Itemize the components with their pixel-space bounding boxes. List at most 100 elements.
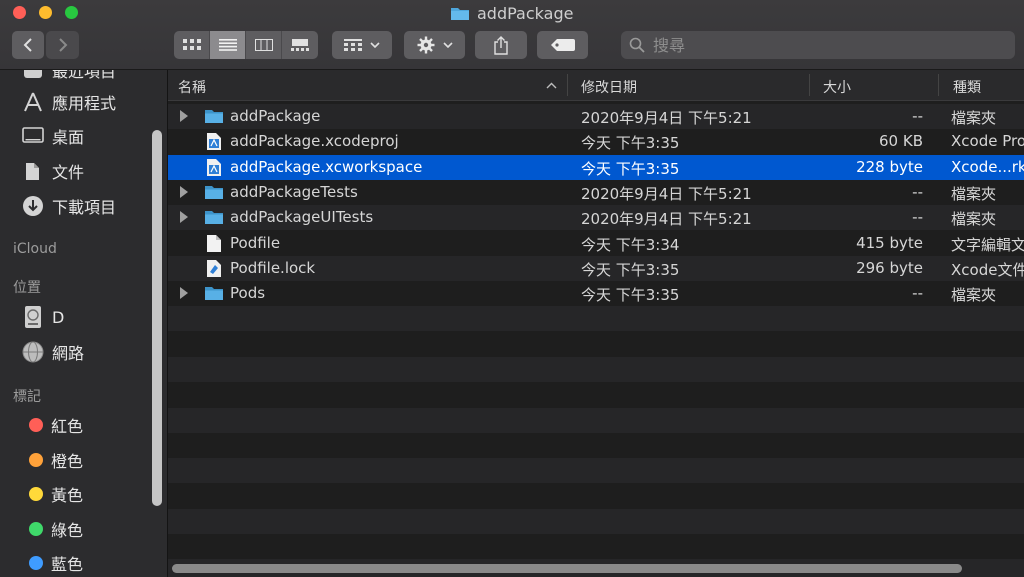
search-icon bbox=[629, 37, 645, 53]
sidebar-section-icloud: iCloud bbox=[13, 241, 57, 257]
back-button[interactable] bbox=[12, 31, 44, 59]
column-date[interactable]: 修改日期 bbox=[581, 77, 637, 97]
file-row[interactable]: Podfile.lock 今天 下午3:35 296 byte Xcode文件 bbox=[168, 255, 1024, 281]
disclosure-triangle-icon[interactable] bbox=[180, 211, 188, 224]
icon-view-button[interactable] bbox=[174, 31, 210, 59]
folder-icon bbox=[205, 287, 223, 301]
sidebar-item-downloads[interactable]: 下載項目 bbox=[22, 191, 116, 221]
tag-icon bbox=[550, 39, 575, 51]
sidebar-item-label: 紅色 bbox=[51, 417, 84, 436]
file-kind: 檔案夾 bbox=[951, 184, 997, 203]
sidebar-item-label: 黃色 bbox=[51, 486, 84, 505]
sidebar: 最近項目 應用程式 桌面 文件 下載項目 iCloud 位置 D 網路 標記 紅… bbox=[0, 70, 168, 577]
sidebar-item-applications[interactable]: 應用程式 bbox=[22, 87, 116, 117]
column-view-button[interactable] bbox=[246, 31, 282, 59]
file-row[interactable]: Podfile 今天 下午3:34 415 byte 文字編輯文 bbox=[168, 230, 1024, 256]
sort-ascending-icon[interactable] bbox=[546, 82, 557, 89]
documents-icon bbox=[26, 163, 39, 180]
close-button[interactable] bbox=[13, 6, 26, 19]
xcode-file-icon bbox=[207, 133, 221, 151]
gallery-view-button[interactable] bbox=[282, 31, 318, 59]
chevron-down-icon bbox=[370, 42, 380, 48]
window-title: addPackage bbox=[450, 3, 573, 23]
sidebar-scrollbar[interactable] bbox=[152, 130, 162, 506]
file-row[interactable]: addPackageTests 2020年9月4日 下午5:21 -- 檔案夾 bbox=[168, 179, 1024, 205]
folder-icon bbox=[205, 211, 223, 225]
file-row[interactable]: Pods 今天 下午3:35 -- 檔案夾 bbox=[168, 281, 1024, 307]
sidebar-tag-green[interactable]: 綠色 bbox=[22, 514, 83, 544]
file-row[interactable]: addPackage 2020年9月4日 下午5:21 -- 檔案夾 bbox=[168, 104, 1024, 129]
gear-icon bbox=[417, 36, 434, 54]
file-name: Pods bbox=[230, 284, 266, 303]
search-field[interactable] bbox=[621, 31, 1015, 59]
sidebar-item-label: 文件 bbox=[52, 163, 85, 182]
file-date: 2020年9月4日 下午5:21 bbox=[581, 184, 752, 203]
sidebar-item-recents[interactable]: 最近項目 bbox=[22, 70, 116, 85]
zoom-button[interactable] bbox=[65, 6, 78, 19]
column-kind[interactable]: 種類 bbox=[953, 77, 981, 97]
chevron-left-icon bbox=[23, 38, 32, 52]
column-divider[interactable] bbox=[938, 74, 939, 96]
sidebar-section-locations: 位置 bbox=[13, 280, 41, 296]
sidebar-item-network[interactable]: 網路 bbox=[22, 337, 84, 367]
empty-row bbox=[168, 458, 1024, 484]
tags-button[interactable] bbox=[537, 31, 588, 59]
folder-icon bbox=[451, 8, 469, 20]
sidebar-tag-red[interactable]: 紅色 bbox=[22, 410, 83, 440]
file-date: 2020年9月4日 下午5:21 bbox=[581, 109, 752, 127]
sidebar-section-tags: 標記 bbox=[13, 389, 41, 405]
file-size: -- bbox=[912, 182, 923, 201]
orange-dot-icon bbox=[29, 453, 43, 467]
applications-icon bbox=[24, 92, 42, 112]
gallery-icon bbox=[291, 39, 309, 51]
file-kind: 文字編輯文 bbox=[951, 235, 1024, 254]
sidebar-item-disk-d[interactable]: D bbox=[22, 302, 64, 332]
sidebar-item-label: 應用程式 bbox=[52, 94, 117, 113]
empty-row bbox=[168, 306, 1024, 332]
minimize-button[interactable] bbox=[39, 6, 52, 19]
sidebar-tag-blue[interactable]: 藍色 bbox=[22, 548, 83, 577]
sidebar-item-label: 最近項目 bbox=[52, 70, 117, 81]
action-button[interactable] bbox=[404, 31, 465, 59]
sidebar-item-label: D bbox=[52, 307, 65, 327]
list-icon bbox=[218, 39, 237, 51]
file-size: 296 byte bbox=[856, 258, 923, 277]
sidebar-item-documents[interactable]: 文件 bbox=[22, 156, 84, 186]
file-size: 60 KB bbox=[879, 132, 923, 151]
horizontal-scrollbar[interactable] bbox=[172, 564, 962, 573]
disclosure-triangle-icon[interactable] bbox=[180, 110, 188, 122]
window-title-text: addPackage bbox=[477, 3, 574, 23]
file-kind: Xcode文件 bbox=[951, 260, 1024, 279]
empty-row bbox=[168, 483, 1024, 509]
sidebar-item-label: 橙色 bbox=[51, 452, 84, 471]
forward-button[interactable] bbox=[46, 31, 79, 59]
empty-row bbox=[168, 331, 1024, 357]
file-size: -- bbox=[912, 284, 923, 303]
list-view-button[interactable] bbox=[210, 31, 246, 59]
sidebar-tag-yellow[interactable]: 黃色 bbox=[22, 479, 83, 509]
column-size[interactable]: 大小 bbox=[823, 77, 851, 97]
empty-row bbox=[168, 357, 1024, 382]
column-name[interactable]: 名稱 bbox=[178, 77, 206, 97]
share-button[interactable] bbox=[475, 31, 527, 59]
file-row[interactable]: addPackage.xcodeproj 今天 下午3:35 60 KB Xcode … bbox=[168, 129, 1024, 155]
file-name: addPackageUITests bbox=[230, 208, 374, 227]
file-row[interactable]: addPackageUITests 2020年9月4日 下午5:21 -- 檔案夾 bbox=[168, 205, 1024, 231]
sidebar-item-desktop[interactable]: 桌面 bbox=[22, 121, 84, 151]
sidebar-tag-orange[interactable]: 橙色 bbox=[22, 445, 83, 475]
disclosure-triangle-icon[interactable] bbox=[180, 287, 188, 300]
sidebar-item-label: 桌面 bbox=[52, 128, 85, 147]
group-button[interactable] bbox=[332, 31, 392, 59]
file-name: Podfile bbox=[230, 233, 281, 252]
column-divider[interactable] bbox=[567, 74, 568, 96]
file-date: 今天 下午3:35 bbox=[581, 286, 680, 305]
desktop-icon bbox=[22, 127, 44, 143]
file-name: addPackage.xcodeproj bbox=[230, 132, 399, 151]
column-divider[interactable] bbox=[809, 74, 810, 96]
file-date: 今天 下午3:35 bbox=[581, 159, 680, 178]
sidebar-item-label: 網路 bbox=[52, 344, 85, 363]
search-input[interactable] bbox=[651, 34, 995, 56]
file-row[interactable]: addPackage.xcworkspace 今天 下午3:35 228 byte X… bbox=[168, 154, 1024, 180]
disclosure-triangle-icon[interactable] bbox=[180, 185, 188, 198]
column-header: 名稱 修改日期 大小 種類 bbox=[168, 70, 1024, 101]
